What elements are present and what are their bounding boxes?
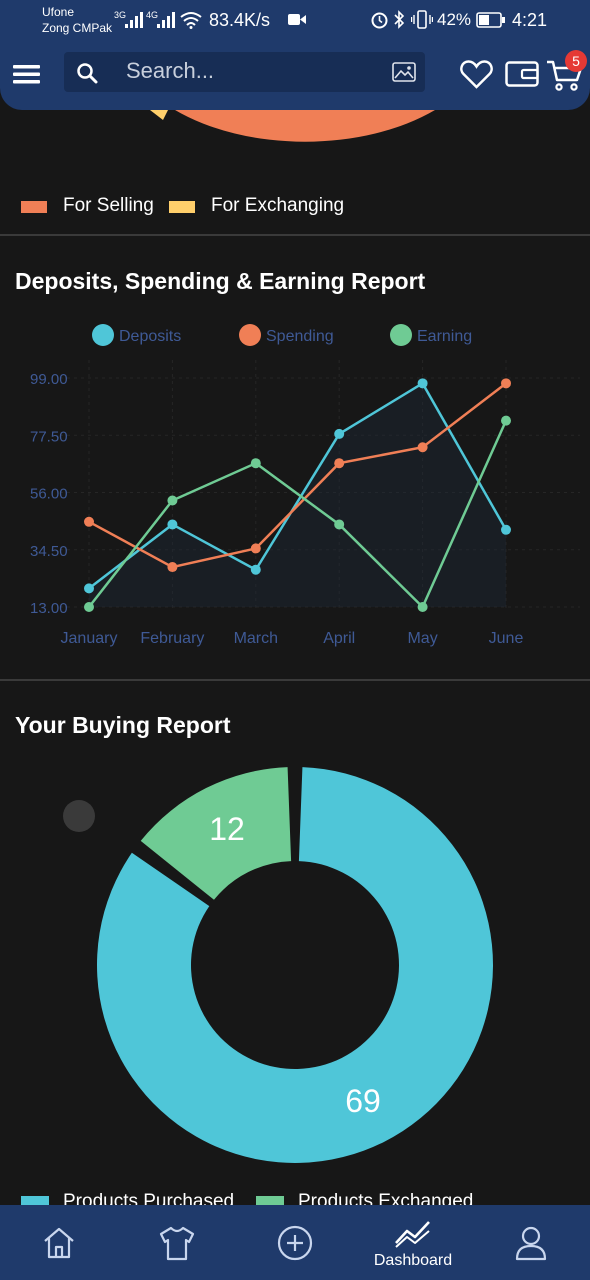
home-icon — [44, 1227, 74, 1259]
data-point-spending — [501, 378, 511, 389]
section-divider — [0, 679, 590, 681]
y-tick-label: 13.00 — [30, 600, 68, 617]
x-tick-label: February — [140, 630, 204, 647]
data-point-earning — [84, 602, 94, 612]
selling-exchange-legend: For Selling For Exchanging — [0, 195, 590, 225]
video-icon — [288, 14, 306, 25]
app-header: Ufone Zong CMPak 3G 4G 83.4K/s 42% 4:21 … — [0, 0, 590, 110]
shirt-icon — [159, 1226, 195, 1261]
legend-label-spending: Spending — [266, 328, 334, 345]
data-point-deposits — [417, 378, 428, 389]
carrier-info: Ufone Zong CMPak — [42, 4, 112, 36]
x-tick-label: April — [323, 630, 355, 647]
plus-circle-icon — [277, 1225, 313, 1261]
bottom-nav: Dashboard — [0, 1205, 590, 1280]
donut-value-products-purchased: 69 — [345, 1083, 381, 1119]
nav-profile[interactable] — [472, 1205, 590, 1280]
legend-swatch-for-selling — [21, 201, 47, 213]
data-point-earning — [250, 458, 261, 469]
data-point-spending — [167, 562, 178, 573]
y-tick-label: 34.50 — [30, 543, 68, 560]
data-point-deposits — [167, 519, 178, 530]
buying-report-title: Your Buying Report — [15, 712, 231, 738]
search-input[interactable]: Search... — [126, 58, 214, 84]
nav-dashboard[interactable]: Dashboard — [354, 1205, 472, 1280]
user-icon — [515, 1226, 547, 1261]
data-point-deposits — [501, 524, 511, 535]
data-point-spending — [334, 458, 345, 469]
legend-label-deposits: Deposits — [119, 328, 181, 345]
data-point-earning — [334, 519, 345, 530]
nav-label-dashboard: Dashboard — [373, 1252, 453, 1269]
alarm-icon — [371, 12, 388, 29]
data-point-deposits — [334, 428, 345, 439]
nav-add[interactable] — [236, 1205, 354, 1280]
bluetooth-icon — [394, 10, 405, 29]
vibrate-icon — [411, 10, 433, 29]
wallet-icon[interactable] — [505, 61, 539, 87]
data-point-deposits — [250, 564, 261, 575]
buying-donut-chart: 69 12 — [97, 767, 494, 1163]
signal-bars-2-icon — [157, 12, 175, 28]
nav-home[interactable] — [0, 1205, 118, 1280]
y-tick-label: 56.00 — [30, 486, 68, 503]
data-point-spending — [250, 543, 261, 554]
data-point-earning — [417, 602, 428, 612]
battery-icon — [476, 12, 505, 28]
x-tick-label: May — [407, 630, 437, 647]
selling-exchange-chart — [0, 110, 590, 170]
pie-slice-for-selling — [175, 110, 435, 142]
deposits-report-title: Deposits, Spending & Earning Report — [15, 268, 426, 294]
legend-label-for-exchanging: For Exchanging — [211, 195, 345, 216]
status-bar: Ufone Zong CMPak 3G 4G 83.4K/s 42% 4:21 — [0, 0, 590, 40]
data-point-spending — [84, 516, 94, 527]
data-point-earning — [167, 495, 178, 506]
data-point-earning — [501, 415, 511, 426]
search-icon — [77, 63, 98, 84]
image-search-icon[interactable] — [392, 62, 416, 82]
menu-icon[interactable] — [13, 64, 41, 84]
data-point-deposits — [84, 583, 94, 594]
carrier-1: Ufone — [42, 5, 75, 19]
net-speed: 83.4K/s — [209, 10, 271, 30]
x-tick-label: January — [61, 630, 118, 647]
y-tick-label: 99.00 — [30, 371, 68, 388]
legend-swatch-for-exchanging — [169, 201, 195, 213]
legend-dot-deposits — [92, 324, 114, 346]
legend-dot-earning — [390, 324, 412, 346]
donut-value-products-exchanged: 12 — [209, 811, 245, 847]
y-tick-label: 77.50 — [30, 428, 68, 445]
signal-bars-1-icon — [125, 12, 143, 28]
data-point-spending — [417, 442, 428, 453]
carrier-2: Zong CMPak — [42, 21, 113, 35]
search-bar[interactable]: Search... — [64, 52, 425, 92]
clock: 4:21 — [512, 10, 548, 30]
x-tick-label: June — [489, 630, 524, 647]
heart-icon[interactable] — [460, 60, 493, 89]
x-tick-label: March — [234, 630, 278, 647]
selling-exchange-pie — [150, 110, 435, 142]
cart-count-badge: 5 — [565, 50, 587, 72]
legend-label-for-selling: For Selling — [63, 195, 154, 216]
wifi-icon — [180, 12, 202, 29]
section-divider — [0, 234, 590, 236]
legend-label-earning: Earning — [417, 328, 472, 345]
battery-percent: 42% — [437, 10, 472, 29]
chart-icon — [395, 1221, 430, 1248]
nav-products[interactable] — [118, 1205, 236, 1280]
pie-slice-for-exchanging — [150, 110, 168, 120]
deposits-line-chart: 99.00 77.50 56.00 34.50 13.00 January February… — [30, 324, 580, 647]
legend-dot-spending — [239, 324, 261, 346]
